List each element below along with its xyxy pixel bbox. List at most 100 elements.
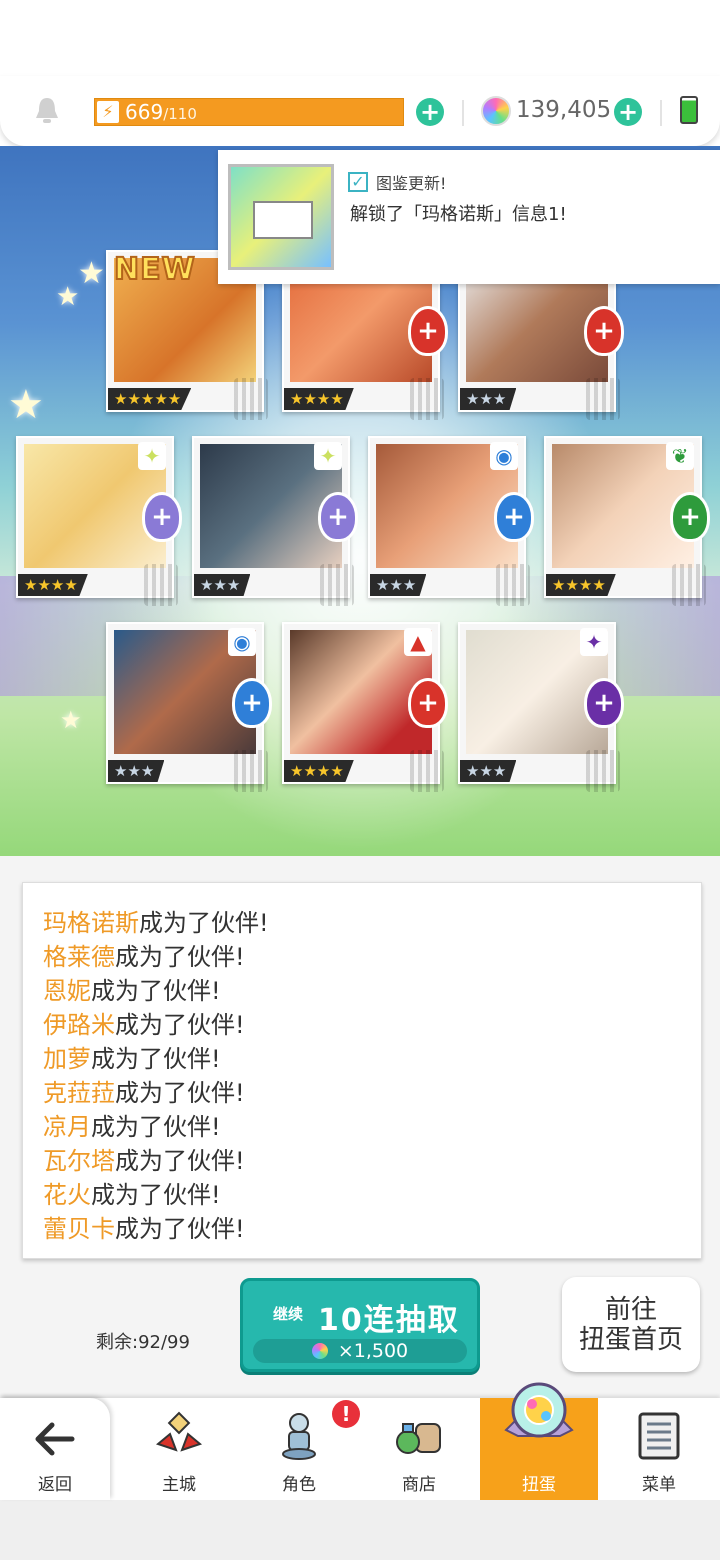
continue-label: 继续	[273, 1305, 304, 1323]
character-card[interactable]: ✦ + ★★★	[458, 622, 624, 792]
lightning-icon: ⚡	[97, 101, 119, 123]
encyclopedia-update-toast[interactable]: ✓ 图鉴更新! 解锁了「玛格诺斯」信息1!	[218, 150, 720, 284]
town-icon	[155, 1411, 203, 1452]
remaining-count: 剩余:92/99	[96, 1332, 190, 1353]
nav-label: 商店	[402, 1475, 436, 1495]
character-sprite	[586, 378, 620, 420]
menu-list-icon	[638, 1412, 680, 1460]
rarity-stars: ★★★	[460, 760, 517, 782]
character-sprite	[410, 750, 444, 792]
pull-10-button[interactable]: 继续 10连抽取 ×1,500	[240, 1278, 480, 1372]
shop-icon	[396, 1423, 441, 1454]
nav-item-menu[interactable]: 菜单	[600, 1398, 718, 1500]
divider	[660, 100, 662, 126]
log-line: 花火成为了伙伴!	[43, 1181, 221, 1209]
nav-item-gacha[interactable]: 扭蛋	[480, 1382, 598, 1500]
water-element-icon: +	[232, 678, 272, 728]
character-sprite	[410, 378, 444, 420]
checkbox-icon: ✓	[348, 172, 368, 192]
system-nav-area	[0, 1500, 720, 1560]
fire-element-icon: +	[408, 306, 448, 356]
character-sprite	[586, 750, 620, 792]
character-card[interactable]: ✦ + ★★★★	[16, 436, 182, 606]
circle-type-icon: ◉	[228, 628, 256, 656]
log-line: 克菈菈成为了伙伴!	[43, 1079, 245, 1107]
back-button[interactable]: 返回	[0, 1398, 110, 1500]
light-element-icon: +	[318, 492, 358, 542]
fire-element-icon: +	[408, 678, 448, 728]
rarity-stars: ★★★★	[18, 574, 88, 596]
nav-label: 扭蛋	[522, 1475, 556, 1495]
fire-element-icon: +	[584, 306, 624, 356]
circle-type-icon: ◉	[490, 442, 518, 470]
gacha-orb-icon	[504, 1382, 574, 1438]
character-icon	[282, 1413, 316, 1460]
character-sprite	[496, 564, 530, 606]
add-gem-button[interactable]: +	[614, 98, 642, 126]
arrow-left-icon	[35, 1422, 75, 1456]
nav-label: 菜单	[642, 1475, 676, 1495]
log-line: 瓦尔塔成为了伙伴!	[43, 1147, 245, 1175]
go-gacha-home-button[interactable]: 前往 扭蛋首页	[562, 1277, 700, 1372]
log-line: 伊路米成为了伙伴!	[43, 1011, 245, 1039]
log-line: 蕾贝卡成为了伙伴!	[43, 1215, 245, 1243]
stamina-max: /110	[163, 105, 197, 123]
light-element-icon: +	[142, 492, 182, 542]
nav-item-shop[interactable]: 商店	[360, 1398, 478, 1500]
rarity-stars: ★★★	[460, 388, 517, 410]
gem-count: 139,405	[516, 97, 612, 123]
back-label: 返回	[38, 1475, 72, 1495]
water-element-icon: +	[494, 492, 534, 542]
pull-cost: ×1,500	[253, 1339, 467, 1363]
toast-title: 图鉴更新!	[376, 174, 447, 193]
character-sprite	[144, 564, 178, 606]
character-card[interactable]: ◉ + ★★★	[368, 436, 534, 606]
rarity-stars: ★★★	[370, 574, 427, 596]
character-sprite	[672, 564, 706, 606]
character-card[interactable]: ▲ + ★★★★	[282, 622, 448, 792]
alert-badge: !	[332, 1400, 360, 1428]
triangle-type-icon: ▲	[404, 628, 432, 656]
log-line: 凉月成为了伙伴!	[43, 1113, 221, 1141]
rarity-stars: ★★★★★	[108, 388, 192, 410]
star-icon: ★	[78, 256, 105, 291]
character-sprite	[320, 564, 354, 606]
rarity-stars: ★★★	[194, 574, 251, 596]
gem-icon	[481, 96, 511, 126]
nav-label: 主城	[162, 1475, 196, 1495]
stamina-current: 669	[125, 100, 164, 124]
add-stamina-button[interactable]: +	[416, 98, 444, 126]
log-line: 格莱德成为了伙伴!	[43, 943, 245, 971]
stamina-bar: ⚡ 669/110	[94, 98, 404, 126]
pull-label: 10连抽取	[318, 1303, 460, 1338]
log-line: 加萝成为了伙伴!	[43, 1045, 221, 1073]
log-line: 玛格诺斯成为了伙伴!	[43, 909, 269, 937]
sparkle-type-icon: ✦	[138, 442, 166, 470]
character-sprite	[234, 750, 268, 792]
star-icon: ★	[60, 706, 82, 734]
toast-message: 解锁了「玛格诺斯」信息1!	[350, 204, 567, 225]
dark-element-icon: +	[584, 678, 624, 728]
gem-icon	[311, 1343, 328, 1359]
dark-type-icon: ✦	[580, 628, 608, 656]
character-sprite	[234, 378, 268, 420]
rarity-stars: ★★★	[108, 760, 165, 782]
new-badge: NEW	[113, 251, 196, 288]
divider	[462, 100, 464, 126]
rarity-stars: ★★★★	[546, 574, 616, 596]
wind-element-icon: +	[670, 492, 710, 542]
character-card[interactable]: ✦ + ★★★	[192, 436, 358, 606]
result-log[interactable]: 玛格诺斯成为了伙伴! 格莱德成为了伙伴! 恩妮成为了伙伴! 伊路米成为了伙伴! …	[22, 882, 702, 1259]
book-icon	[228, 164, 334, 270]
leaf-type-icon: ❦	[666, 442, 694, 470]
star-icon: ★	[8, 382, 44, 428]
rarity-stars: ★★★★	[284, 760, 354, 782]
sparkle-type-icon: ✦	[314, 442, 342, 470]
bell-icon[interactable]	[32, 95, 62, 127]
character-card[interactable]: ❦ + ★★★★	[544, 436, 710, 606]
battery-icon	[680, 96, 698, 124]
star-icon: ★	[56, 282, 80, 312]
nav-item-town[interactable]: 主城	[120, 1398, 238, 1500]
rarity-stars: ★★★★	[284, 388, 354, 410]
character-card[interactable]: ◉ + ★★★	[106, 622, 272, 792]
